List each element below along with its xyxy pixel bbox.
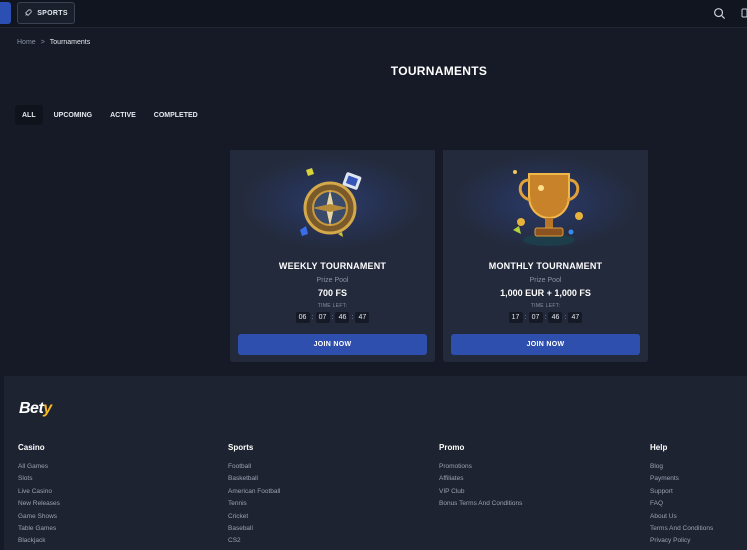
tournament-art	[443, 150, 648, 255]
footer-link[interactable]: Basketball	[228, 473, 280, 485]
sports-button-label: SPORTS	[37, 9, 68, 17]
footer-link[interactable]: American Football	[228, 486, 280, 498]
footer-link[interactable]: Tennis	[228, 498, 280, 510]
footer-link[interactable]: Terms And Conditions	[650, 523, 713, 535]
footer-link[interactable]: Payments	[650, 473, 713, 485]
join-now-button[interactable]: JOIN NOW	[451, 334, 640, 355]
timer-seconds: 47	[355, 312, 370, 323]
footer-column-sports: Sports Football Basketball American Foot…	[228, 443, 280, 548]
breadcrumb-separator: >	[40, 39, 45, 46]
tab-active[interactable]: ACTIVE	[103, 105, 143, 125]
search-icon[interactable]	[713, 7, 726, 20]
breadcrumb-current: Tournaments	[49, 39, 91, 46]
filter-tabs: ALL UPCOMING ACTIVE COMPLETED	[15, 105, 205, 125]
join-now-button[interactable]: JOIN NOW	[238, 334, 427, 355]
footer-link[interactable]: FAQ	[650, 498, 713, 510]
timer-seconds: 47	[568, 312, 583, 323]
footer-column-help: Help Blog Payments Support FAQ About Us …	[650, 443, 713, 548]
footer-column-title: Promo	[439, 443, 465, 452]
bety-logo[interactable]: Bety	[19, 400, 52, 418]
footer: Bety Casino All Games Slots Live Casino …	[4, 376, 747, 550]
countdown-timer: 17: 07: 46: 47	[443, 312, 648, 323]
breadcrumb-home[interactable]: Home	[17, 39, 36, 46]
breadcrumb: Home > Tournaments	[17, 39, 90, 46]
logo-text: Bet	[19, 400, 44, 417]
tab-upcoming[interactable]: UPCOMING	[47, 105, 100, 125]
footer-column-casino: Casino All Games Slots Live Casino New R…	[18, 443, 60, 548]
timer-days: 17	[508, 312, 523, 323]
tab-all[interactable]: ALL	[15, 105, 43, 125]
footer-link[interactable]: CS2	[228, 535, 280, 547]
tab-completed[interactable]: COMPLETED	[147, 105, 205, 125]
footer-link[interactable]: Affiliates	[439, 473, 522, 485]
footer-link[interactable]: Cricket	[228, 511, 280, 523]
timer-hours: 07	[315, 312, 330, 323]
footer-link[interactable]: Football	[228, 461, 280, 473]
footer-link[interactable]: Privacy Policy	[650, 535, 713, 547]
tournament-card-weekly: WEEKLY TOURNAMENT Prize Pool 700 FS TIME…	[230, 150, 435, 362]
footer-link[interactable]: Live Casino	[18, 486, 60, 498]
casino-tab-edge[interactable]	[0, 2, 11, 24]
prize-pool-label: Prize Pool	[316, 277, 349, 284]
footer-link[interactable]: Baseball	[228, 523, 280, 535]
footer-link[interactable]: About Us	[650, 511, 713, 523]
timer-minutes: 46	[335, 312, 350, 323]
footer-link[interactable]: VIP Club	[439, 486, 522, 498]
timer-days: 06	[295, 312, 310, 323]
time-left-label: TIME LEFT:	[317, 303, 348, 309]
footer-link[interactable]: New Releases	[18, 498, 60, 510]
prize-pool-label: Prize Pool	[529, 277, 562, 284]
tournament-name: WEEKLY TOURNAMENT	[278, 261, 387, 271]
footer-link[interactable]: Bonus Terms And Conditions	[439, 498, 522, 510]
tournament-card-monthly: MONTHLY TOURNAMENT Prize Pool 1,000 EUR …	[443, 150, 648, 362]
trophy-icon	[513, 170, 583, 246]
footer-column-title: Casino	[18, 443, 45, 452]
compass-icon	[300, 168, 362, 237]
footer-link[interactable]: Support	[650, 486, 713, 498]
sports-button[interactable]: SPORTS	[17, 2, 75, 24]
footer-link[interactable]: All Games	[18, 461, 60, 473]
footer-column-title: Help	[650, 443, 668, 452]
prize-pool-value: 1,000 EUR + 1,000 FS	[500, 288, 591, 298]
footer-link[interactable]: Blog	[650, 461, 713, 473]
rocket-icon	[25, 9, 32, 16]
time-left-label: TIME LEFT:	[530, 303, 561, 309]
logo-accent: y	[43, 400, 52, 417]
timer-hours: 07	[528, 312, 543, 323]
page-title: TOURNAMENTS	[390, 64, 488, 78]
prize-pool-value: 700 FS	[317, 288, 348, 298]
footer-link[interactable]: Game Shows	[18, 511, 60, 523]
footer-column-title: Sports	[228, 443, 254, 452]
tournament-name: MONTHLY TOURNAMENT	[488, 261, 603, 271]
footer-link[interactable]: Table Games	[18, 523, 60, 535]
countdown-timer: 06: 07: 46: 47	[230, 312, 435, 323]
footer-link[interactable]: Promotions	[439, 461, 522, 473]
footer-link[interactable]: Slots	[18, 473, 60, 485]
tournament-art	[230, 150, 435, 255]
top-bar: SPORTS	[0, 0, 747, 28]
footer-column-promo: Promo Promotions Affiliates VIP Club Bon…	[439, 443, 522, 511]
footer-link[interactable]: Blackjack	[18, 535, 60, 547]
timer-minutes: 46	[548, 312, 563, 323]
user-icon[interactable]	[741, 8, 747, 18]
